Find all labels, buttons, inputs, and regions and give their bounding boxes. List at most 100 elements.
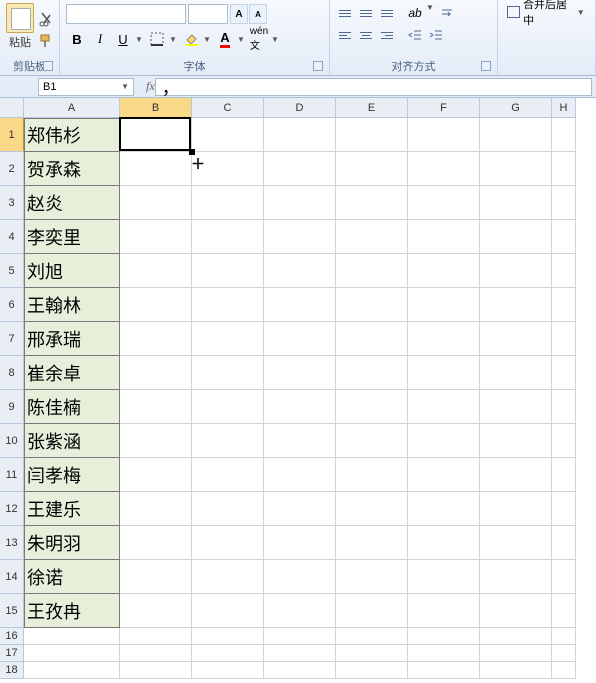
cell-B7[interactable]: [120, 322, 192, 356]
cell-F6[interactable]: [408, 288, 480, 322]
italic-button[interactable]: I: [89, 28, 111, 50]
orientation-dropdown[interactable]: ▼: [426, 3, 436, 23]
paste-button[interactable]: 粘贴: [6, 3, 34, 57]
cell-H10[interactable]: [552, 424, 576, 458]
cell-B18[interactable]: [120, 662, 192, 679]
cell-A12[interactable]: 王建乐: [24, 492, 120, 526]
col-header-F[interactable]: F: [408, 98, 480, 118]
font-color-dropdown[interactable]: ▼: [237, 35, 247, 44]
cell-B11[interactable]: [120, 458, 192, 492]
cell-B10[interactable]: [120, 424, 192, 458]
cell-C9[interactable]: [192, 390, 264, 424]
cell-E10[interactable]: [336, 424, 408, 458]
cell-D4[interactable]: [264, 220, 336, 254]
grow-font-button[interactable]: A: [230, 4, 248, 24]
cell-A10[interactable]: 张紫涵: [24, 424, 120, 458]
cell-A6[interactable]: 王翰林: [24, 288, 120, 322]
cell-C4[interactable]: [192, 220, 264, 254]
cell-C7[interactable]: [192, 322, 264, 356]
cell-D10[interactable]: [264, 424, 336, 458]
cell-G18[interactable]: [480, 662, 552, 679]
col-header-H[interactable]: H: [552, 98, 576, 118]
row-header-12[interactable]: 12: [0, 492, 24, 526]
row-header-15[interactable]: 15: [0, 594, 24, 628]
cell-A13[interactable]: 朱明羽: [24, 526, 120, 560]
cell-E2[interactable]: [336, 152, 408, 186]
cell-C1[interactable]: [192, 118, 264, 152]
cell-A9[interactable]: 陈佳楠: [24, 390, 120, 424]
cell-C17[interactable]: [192, 645, 264, 662]
cell-G4[interactable]: [480, 220, 552, 254]
cell-D11[interactable]: [264, 458, 336, 492]
font-size-combo[interactable]: [188, 4, 228, 24]
cell-D16[interactable]: [264, 628, 336, 645]
row-header-3[interactable]: 3: [0, 186, 24, 220]
cell-G7[interactable]: [480, 322, 552, 356]
cell-A15[interactable]: 王孜冉: [24, 594, 120, 628]
shrink-font-button[interactable]: A: [249, 4, 267, 24]
cell-C10[interactable]: [192, 424, 264, 458]
cell-G13[interactable]: [480, 526, 552, 560]
cell-G12[interactable]: [480, 492, 552, 526]
cell-H9[interactable]: [552, 390, 576, 424]
align-left-button[interactable]: [335, 25, 355, 45]
row-header-14[interactable]: 14: [0, 560, 24, 594]
cell-C6[interactable]: [192, 288, 264, 322]
cell-E16[interactable]: [336, 628, 408, 645]
cell-H14[interactable]: [552, 560, 576, 594]
row-header-10[interactable]: 10: [0, 424, 24, 458]
cell-B5[interactable]: [120, 254, 192, 288]
cell-D8[interactable]: [264, 356, 336, 390]
cell-C3[interactable]: [192, 186, 264, 220]
row-header-7[interactable]: 7: [0, 322, 24, 356]
cell-H1[interactable]: [552, 118, 576, 152]
cell-A17[interactable]: [24, 645, 120, 662]
row-header-13[interactable]: 13: [0, 526, 24, 560]
cell-B12[interactable]: [120, 492, 192, 526]
cell-E15[interactable]: [336, 594, 408, 628]
cell-G9[interactable]: [480, 390, 552, 424]
cell-F15[interactable]: [408, 594, 480, 628]
cell-G6[interactable]: [480, 288, 552, 322]
bold-button[interactable]: B: [66, 28, 88, 50]
phonetic-button[interactable]: wén文: [248, 28, 270, 50]
cell-H13[interactable]: [552, 526, 576, 560]
cell-H17[interactable]: [552, 645, 576, 662]
cell-F7[interactable]: [408, 322, 480, 356]
cell-G16[interactable]: [480, 628, 552, 645]
increase-indent-button[interactable]: [426, 25, 446, 45]
cell-D13[interactable]: [264, 526, 336, 560]
row-header-18[interactable]: 18: [0, 662, 24, 679]
cell-B4[interactable]: [120, 220, 192, 254]
fx-icon[interactable]: fx: [146, 79, 155, 94]
row-header-4[interactable]: 4: [0, 220, 24, 254]
cell-A14[interactable]: 徐诺: [24, 560, 120, 594]
cell-B1[interactable]: ，: [120, 118, 192, 152]
orientation-button[interactable]: ab: [405, 3, 425, 23]
cell-G1[interactable]: [480, 118, 552, 152]
cell-E12[interactable]: [336, 492, 408, 526]
cell-G11[interactable]: [480, 458, 552, 492]
cell-E11[interactable]: [336, 458, 408, 492]
font-family-combo[interactable]: [66, 4, 186, 24]
cell-B8[interactable]: [120, 356, 192, 390]
align-top-button[interactable]: [335, 3, 355, 23]
cell-G3[interactable]: [480, 186, 552, 220]
cell-H16[interactable]: [552, 628, 576, 645]
cell-B17[interactable]: [120, 645, 192, 662]
cell-E1[interactable]: [336, 118, 408, 152]
fill-color-dropdown[interactable]: ▼: [203, 35, 213, 44]
merge-center-button[interactable]: 合并后居中 ▼: [502, 2, 591, 22]
cell-F4[interactable]: [408, 220, 480, 254]
cell-D14[interactable]: [264, 560, 336, 594]
cell-E13[interactable]: [336, 526, 408, 560]
cell-H5[interactable]: [552, 254, 576, 288]
cell-B2[interactable]: [120, 152, 192, 186]
cell-F12[interactable]: [408, 492, 480, 526]
cell-E18[interactable]: [336, 662, 408, 679]
decrease-indent-button[interactable]: [405, 25, 425, 45]
cell-C11[interactable]: [192, 458, 264, 492]
row-header-5[interactable]: 5: [0, 254, 24, 288]
cell-C15[interactable]: [192, 594, 264, 628]
clipboard-launcher[interactable]: [43, 61, 53, 71]
